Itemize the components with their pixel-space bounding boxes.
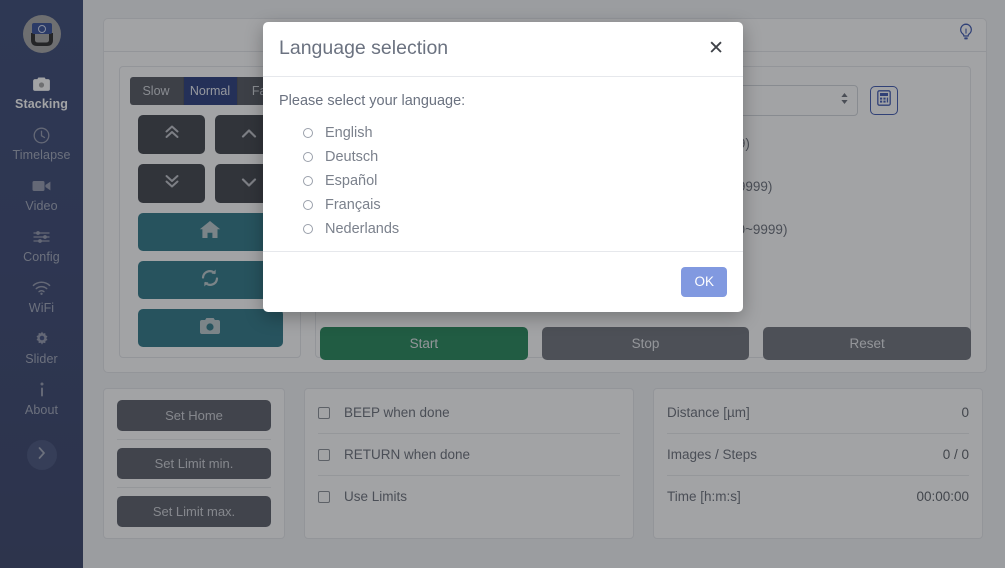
modal-header: Language selection ✕ [263, 22, 743, 77]
language-label: Deutsch [325, 149, 378, 165]
close-icon[interactable]: ✕ [705, 37, 727, 60]
modal-prompt: Please select your language: [279, 93, 727, 109]
radio-icon[interactable] [303, 176, 313, 186]
ok-button[interactable]: OK [681, 267, 727, 297]
modal-body: Please select your language: English Deu… [263, 77, 743, 251]
language-option-english[interactable]: English [303, 121, 727, 145]
radio-icon[interactable] [303, 128, 313, 138]
app-root: Stacking Timelapse Video Config WiFi [0, 0, 1005, 568]
modal-footer: OK [263, 251, 743, 312]
modal-title: Language selection [279, 37, 705, 60]
language-label: Español [325, 173, 377, 189]
radio-icon[interactable] [303, 152, 313, 162]
language-selection-modal: Language selection ✕ Please select your … [263, 22, 743, 312]
language-label: Nederlands [325, 221, 399, 237]
language-option-nederlands[interactable]: Nederlands [303, 217, 727, 241]
language-radio-group: English Deutsch Español Français Nederla… [279, 121, 727, 241]
language-option-espanol[interactable]: Español [303, 169, 727, 193]
language-label: English [325, 125, 373, 141]
language-label: Français [325, 197, 381, 213]
radio-icon[interactable] [303, 200, 313, 210]
radio-icon[interactable] [303, 224, 313, 234]
language-option-francais[interactable]: Français [303, 193, 727, 217]
language-option-deutsch[interactable]: Deutsch [303, 145, 727, 169]
